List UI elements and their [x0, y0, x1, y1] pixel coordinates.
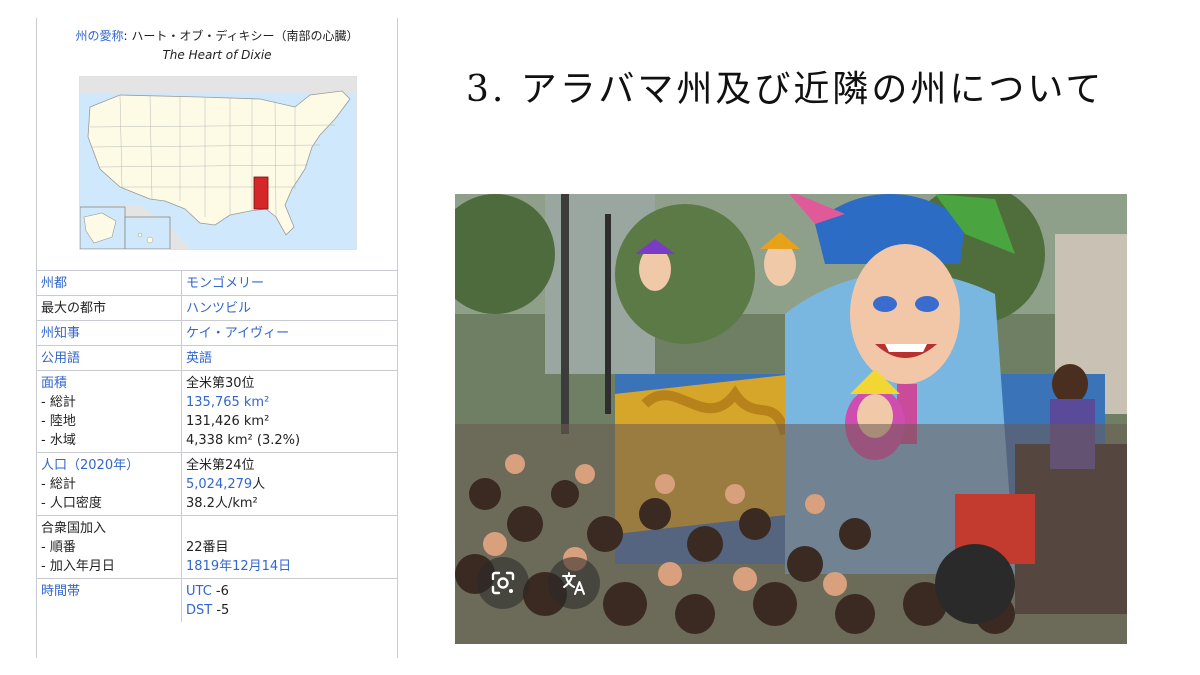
language-label[interactable]: 公用語: [41, 351, 80, 366]
google-lens-icon: [491, 571, 515, 595]
row-admission: 合衆国加入 - 順番 - 加入年月日 22番目 1819年12月14日: [37, 516, 397, 579]
population-density-label: - 人口密度: [41, 496, 102, 511]
row-population: 人口（2020年） - 総計 - 人口密度 全米第24位 5,024,279人 …: [37, 453, 397, 516]
area-land-value: 131,426 km²: [186, 414, 270, 429]
language-value[interactable]: 英語: [186, 351, 212, 366]
translate-button[interactable]: [548, 557, 600, 609]
translate-icon: [562, 572, 585, 595]
us-location-map[interactable]: [79, 76, 357, 250]
population-label-text[interactable]: 人口（: [41, 458, 80, 473]
area-label[interactable]: 面積: [41, 374, 177, 393]
alabama-highlight: [253, 176, 269, 210]
infobox-table: 州都 モンゴメリー 最大の都市 ハンツビル 州知事 ケイ・アイヴィー 公用語 英…: [37, 270, 397, 622]
area-total-value[interactable]: 135,765 km²: [186, 393, 391, 412]
dst-value: -5: [212, 603, 230, 618]
us-map-graphic: [79, 77, 356, 250]
google-lens-button[interactable]: [477, 557, 529, 609]
population-total-number[interactable]: 5,024,279: [186, 477, 252, 492]
governor-label[interactable]: 州知事: [41, 326, 80, 341]
infobox: 州の愛称: ハート・オブ・ディキシー（南部の心臓） The Heart of D…: [36, 18, 398, 658]
utc-link[interactable]: UTC: [186, 584, 212, 599]
row-capital: 州都 モンゴメリー: [37, 271, 397, 296]
area-total-label: - 総計: [41, 395, 76, 410]
utc-value: -6: [211, 584, 229, 599]
nickname-line: 州の愛称: ハート・オブ・ディキシー（南部の心臓）: [37, 18, 397, 46]
admission-order-value: 22番目: [186, 540, 229, 555]
nickname-label[interactable]: 州の愛称: [75, 29, 123, 43]
area-water-label: - 水域: [41, 433, 76, 448]
nickname-japanese: ハート・オブ・ディキシー（南部の心臓）: [131, 29, 359, 43]
row-area: 面積 - 総計 - 陸地 - 水域 全米第30位 135,765 km² 131…: [37, 371, 397, 453]
timezone-label[interactable]: 時間帯: [41, 584, 80, 599]
population-total-unit: 人: [252, 477, 266, 492]
population-label: 人口（2020年）: [41, 456, 177, 475]
area-water-value: 4,338 km² (3.2%): [186, 433, 301, 448]
row-timezone: 時間帯 UTC -6 DST -5: [37, 579, 397, 622]
governor-value[interactable]: ケイ・アイヴィー: [186, 326, 289, 341]
admission-date-label: - 加入年月日: [41, 559, 115, 574]
population-total: 5,024,279人: [186, 475, 391, 494]
largest-city-label: 最大の都市: [41, 301, 107, 316]
population-rank: 全米第24位: [186, 458, 255, 473]
admission-order-label: - 順番: [41, 540, 76, 555]
row-largest-city: 最大の都市 ハンツビル: [37, 296, 397, 321]
admission-date-value[interactable]: 1819年12月14日: [186, 557, 391, 576]
admission-label: 合衆国加入: [41, 521, 107, 536]
population-label-close: ）: [126, 458, 140, 473]
row-official-language: 公用語 英語: [37, 346, 397, 371]
capital-label[interactable]: 州都: [41, 276, 67, 291]
population-total-label: - 総計: [41, 477, 76, 492]
area-land-label: - 陸地: [41, 414, 76, 429]
slide-heading: 3. アラバマ州及び近隣の州について: [466, 69, 1105, 110]
row-governor: 州知事 ケイ・アイヴィー: [37, 321, 397, 346]
area-rank: 全米第30位: [186, 376, 255, 391]
population-density-value: 38.2人/km²: [186, 496, 258, 511]
largest-city-value[interactable]: ハンツビル: [186, 301, 251, 316]
population-year-link[interactable]: 2020年: [80, 458, 126, 473]
capital-value[interactable]: モンゴメリー: [186, 276, 264, 291]
dst-link[interactable]: DST: [186, 603, 212, 618]
nickname-english: The Heart of Dixie: [162, 48, 272, 62]
